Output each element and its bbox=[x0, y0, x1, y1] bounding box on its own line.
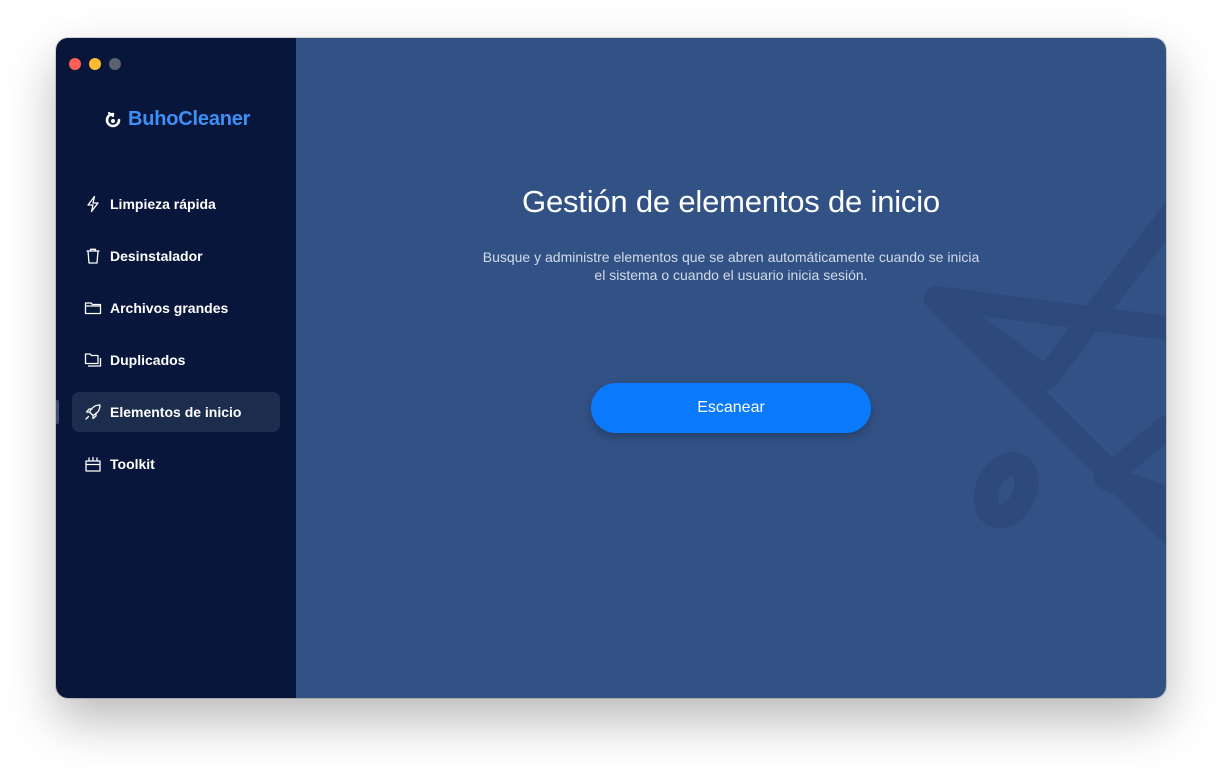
main-panel: Gestión de elementos de inicio Busque y … bbox=[296, 38, 1166, 698]
app-logo: BuhoCleaner bbox=[104, 108, 250, 131]
sidebar-item-label: Archivos grandes bbox=[110, 300, 229, 316]
sidebar-item-desinstalador[interactable]: Desinstalador bbox=[72, 236, 280, 276]
sidebar-item-duplicados[interactable]: Duplicados bbox=[72, 340, 280, 380]
sidebar-item-limpieza-rapida[interactable]: Limpieza rápida bbox=[72, 184, 280, 224]
sidebar-item-label: Toolkit bbox=[110, 456, 155, 472]
sidebar-item-label: Limpieza rápida bbox=[110, 196, 216, 212]
trash-icon bbox=[84, 247, 102, 265]
sidebar-item-archivos-grandes[interactable]: Archivos grandes bbox=[72, 288, 280, 328]
scan-button[interactable]: Escanear bbox=[591, 383, 871, 433]
sidebar-item-label: Elementos de inicio bbox=[110, 404, 242, 420]
sidebar-item-label: Duplicados bbox=[110, 352, 186, 368]
app-name: BuhoCleaner bbox=[128, 108, 251, 130]
app-window: BuhoCleaner Limpieza rápida Desinstalado… bbox=[56, 38, 1166, 698]
sidebar-item-elementos-de-inicio[interactable]: Elementos de inicio bbox=[56, 392, 280, 432]
minimize-window-button[interactable] bbox=[89, 58, 101, 70]
page-description: Busque y administre elementos que se abr… bbox=[466, 248, 996, 284]
window-controls bbox=[69, 58, 121, 70]
sidebar-item-label: Desinstalador bbox=[110, 248, 203, 264]
duplicate-folder-icon bbox=[84, 351, 102, 369]
rocket-icon bbox=[84, 403, 102, 421]
buho-logo-icon bbox=[105, 111, 121, 127]
sidebar-nav: Limpieza rápida Desinstalador Archivos g… bbox=[56, 184, 280, 496]
zoom-window-button[interactable] bbox=[109, 58, 121, 70]
toolkit-icon bbox=[84, 455, 102, 473]
description-line: Busque y administre elementos que se abr… bbox=[482, 249, 980, 265]
sidebar: BuhoCleaner Limpieza rápida Desinstalado… bbox=[56, 38, 296, 698]
sidebar-item-toolkit[interactable]: Toolkit bbox=[72, 444, 280, 484]
page-title: Gestión de elementos de inicio bbox=[522, 184, 940, 219]
close-window-button[interactable] bbox=[69, 58, 81, 70]
description-line: el sistema o cuando el usuario inicia se… bbox=[594, 267, 868, 283]
folder-icon bbox=[84, 299, 102, 317]
bolt-icon bbox=[84, 195, 102, 213]
